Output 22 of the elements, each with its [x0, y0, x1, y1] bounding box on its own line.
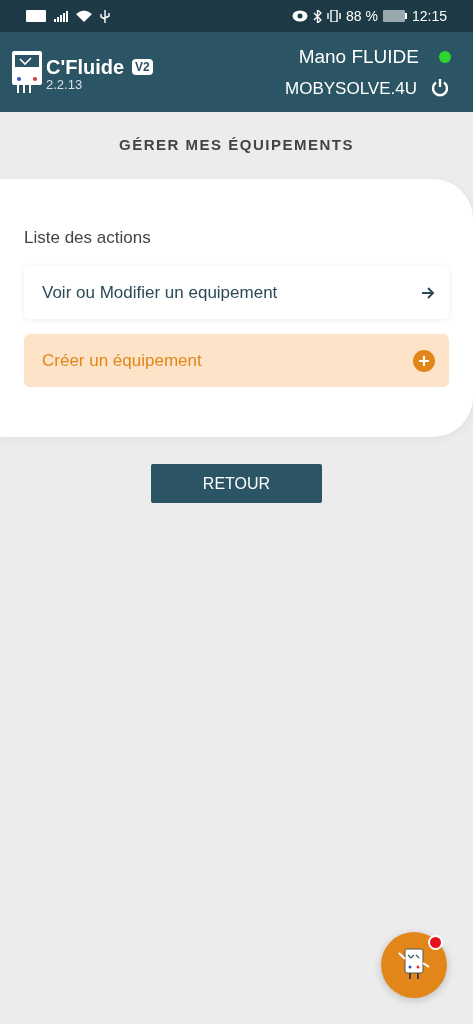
- vibrate-icon: [327, 10, 342, 22]
- arrow-right-icon: [421, 286, 435, 299]
- eye-icon: [292, 10, 309, 22]
- version-badge: V2: [132, 59, 153, 75]
- clock: 12:15: [411, 6, 447, 26]
- actions-heading: Liste des actions: [24, 226, 152, 249]
- bluetooth-icon: [313, 9, 323, 23]
- app-name: C'Fluide: [46, 57, 125, 77]
- app-version: 2.2.13: [46, 77, 84, 93]
- battery-icon: [382, 10, 407, 22]
- logo-icon: [10, 49, 44, 95]
- device-name: Mano FLUIDE: [298, 45, 419, 69]
- assistant-button[interactable]: [381, 932, 447, 998]
- wifi-icon: [76, 10, 92, 22]
- action-link[interactable]: Voir ou Modifier un equipement: [24, 266, 449, 319]
- battery-percent: 88 %: [346, 6, 378, 26]
- signal-icon: [54, 10, 68, 22]
- plus-circle-icon: [413, 349, 435, 372]
- page-title: GÉRER MES ÉQUIPEMENTS: [118, 135, 355, 155]
- account-name: MOBYSOLVE.4U: [285, 77, 417, 100]
- usb-icon: [100, 9, 110, 23]
- back-button[interactable]: RETOUR: [151, 464, 322, 503]
